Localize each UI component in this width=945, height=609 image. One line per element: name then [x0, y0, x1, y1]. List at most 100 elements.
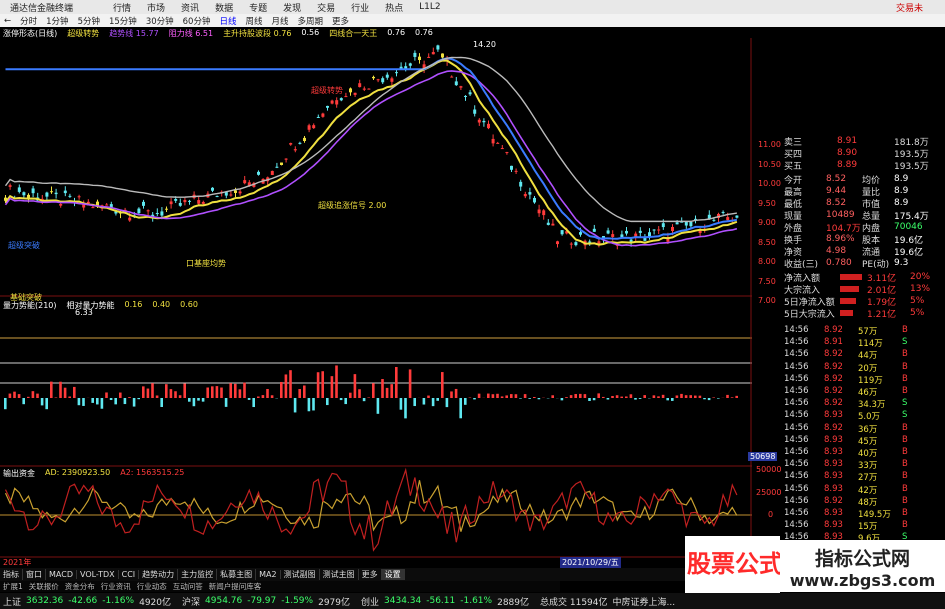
vol-bar: [698, 395, 702, 398]
indicator-tab[interactable]: VOL-TDX: [77, 570, 119, 579]
candle-body: [675, 222, 679, 225]
tab-period[interactable]: 月线: [272, 15, 289, 27]
vol-bar: [344, 398, 347, 405]
candle-body: [160, 211, 164, 216]
candle-body: [128, 217, 132, 221]
vol-bar: [211, 386, 214, 398]
indicator-tab[interactable]: CCI: [119, 570, 140, 579]
vol-bar: [634, 398, 637, 400]
vol-bar: [441, 372, 444, 398]
tab-period[interactable]: 60分钟: [183, 15, 211, 27]
mid-panel-name[interactable]: 输出资金: [3, 468, 35, 479]
indicator-tab[interactable]: 趋势动力: [139, 569, 179, 580]
back-icon[interactable]: ←: [4, 16, 11, 26]
extension-tab[interactable]: 行业动态: [134, 581, 170, 592]
tick-time: 14:56: [784, 508, 809, 518]
stat-value: 104.7万: [826, 223, 861, 234]
vol-panel-name[interactable]: 量力势能(210): [3, 300, 57, 311]
menu-item[interactable]: 市场: [147, 1, 165, 14]
indicator-tab[interactable]: 更多: [359, 569, 382, 580]
candle-body: [137, 208, 141, 214]
candle-body: [450, 76, 454, 78]
support-line-gray: [4, 56, 738, 223]
tick-price: 8.93: [824, 483, 843, 494]
tab-period[interactable]: 5分钟: [78, 15, 100, 27]
candle-body: [321, 113, 325, 117]
trade-button[interactable]: 交易未: [896, 1, 923, 14]
menu-item[interactable]: 资讯: [181, 1, 199, 14]
candle-body: [238, 191, 242, 194]
tab-period[interactable]: 更多: [332, 15, 349, 27]
vol-bar: [390, 384, 393, 398]
candle-body: [298, 142, 302, 144]
tab-period[interactable]: 分时: [20, 15, 37, 27]
menu-item[interactable]: 数据: [215, 1, 233, 14]
indicator-tab[interactable]: MA2: [256, 570, 281, 579]
indicator-tab[interactable]: 主力监控: [178, 569, 218, 580]
tab-period[interactable]: 30分钟: [146, 15, 174, 27]
tick-row: 14:56 8.92 57万 B: [782, 325, 945, 337]
fund-flow-row: 大宗流入 2.01亿 13%: [782, 283, 945, 296]
tab-period[interactable]: 1分钟: [46, 15, 68, 27]
menu-item[interactable]: 行业: [351, 1, 369, 14]
vol-bar: [367, 397, 370, 398]
extension-tab[interactable]: 资金分布: [62, 581, 98, 592]
vol-bar: [684, 395, 688, 398]
menu-item[interactable]: L1L2: [419, 2, 440, 12]
tab-period-active[interactable]: 日线: [219, 15, 236, 27]
vol-bar: [50, 381, 53, 398]
vol-bar: [27, 396, 30, 398]
tick-row: 14:56 8.92 46万 B: [782, 386, 945, 398]
extension-tab[interactable]: 互动问答: [170, 581, 206, 592]
candle-body: [408, 63, 412, 66]
vol-bar: [165, 384, 168, 398]
vol-bar: [606, 398, 610, 400]
flow-pct: 13%: [910, 284, 931, 294]
menu-item[interactable]: 行情: [113, 1, 131, 14]
menu-item[interactable]: 专题: [249, 1, 267, 14]
indicator-tab[interactable]: 指标: [0, 569, 23, 580]
tab-period[interactable]: 15分钟: [109, 15, 137, 27]
tick-time: 14:56: [784, 434, 809, 445]
tick-volume: 40万: [858, 449, 878, 459]
app-title: 通达信金融终端: [10, 3, 74, 14]
candle-body: [372, 76, 375, 79]
candle-body: [735, 215, 739, 218]
vol-bar: [611, 395, 614, 398]
vol-bar: [528, 398, 531, 399]
extension-tab[interactable]: 关联报价: [26, 581, 62, 592]
tick-price: 8.93: [824, 459, 843, 470]
stat-value: 19.6亿: [894, 247, 924, 258]
stat-value: 8.9: [894, 186, 909, 196]
vol-indicator-header: 量力势能(210) 相对量力势能 0.16 0.40 0.60: [3, 300, 198, 311]
order-book-row: 买五 8.89 193.5万: [782, 159, 945, 172]
candle-body: [523, 194, 527, 197]
tab-period[interactable]: 多周期: [298, 15, 324, 27]
extension-tab[interactable]: 新闻户提问库客: [206, 581, 265, 592]
tab-period[interactable]: 周线: [245, 15, 262, 27]
indicator-tab[interactable]: 私募主图: [217, 569, 257, 580]
time-axis-start: 2021年: [3, 558, 32, 567]
vol-bar: [45, 398, 48, 410]
fund-flow-row: 净流入额 3.11亿 20%: [782, 271, 945, 284]
candle-body: [514, 170, 518, 172]
indicator-tab[interactable]: 测试主图: [320, 569, 359, 580]
indicator-tab[interactable]: 测试副图: [281, 569, 320, 580]
candle-body: [574, 242, 578, 246]
menu-item[interactable]: 热点: [385, 1, 403, 14]
candle-body: [427, 56, 431, 58]
menu-item[interactable]: 发现: [283, 1, 301, 14]
index-name[interactable]: 创业: [361, 595, 379, 608]
index-name[interactable]: 上证: [3, 595, 21, 608]
indicator-tab[interactable]: MACD: [46, 570, 77, 579]
flow-pct: 5%: [910, 308, 925, 318]
vol-bar: [477, 393, 481, 398]
indicator-tab[interactable]: 设置: [381, 569, 405, 580]
extension-tab[interactable]: 扩展1: [0, 581, 26, 592]
menu-item[interactable]: 交易: [317, 1, 335, 14]
extension-tab[interactable]: 行业资讯: [98, 581, 134, 592]
index-name[interactable]: 沪深: [182, 595, 200, 608]
candle-body: [362, 88, 366, 90]
tick-side: B: [902, 471, 908, 482]
indicator-tab[interactable]: 窗口: [23, 569, 46, 580]
